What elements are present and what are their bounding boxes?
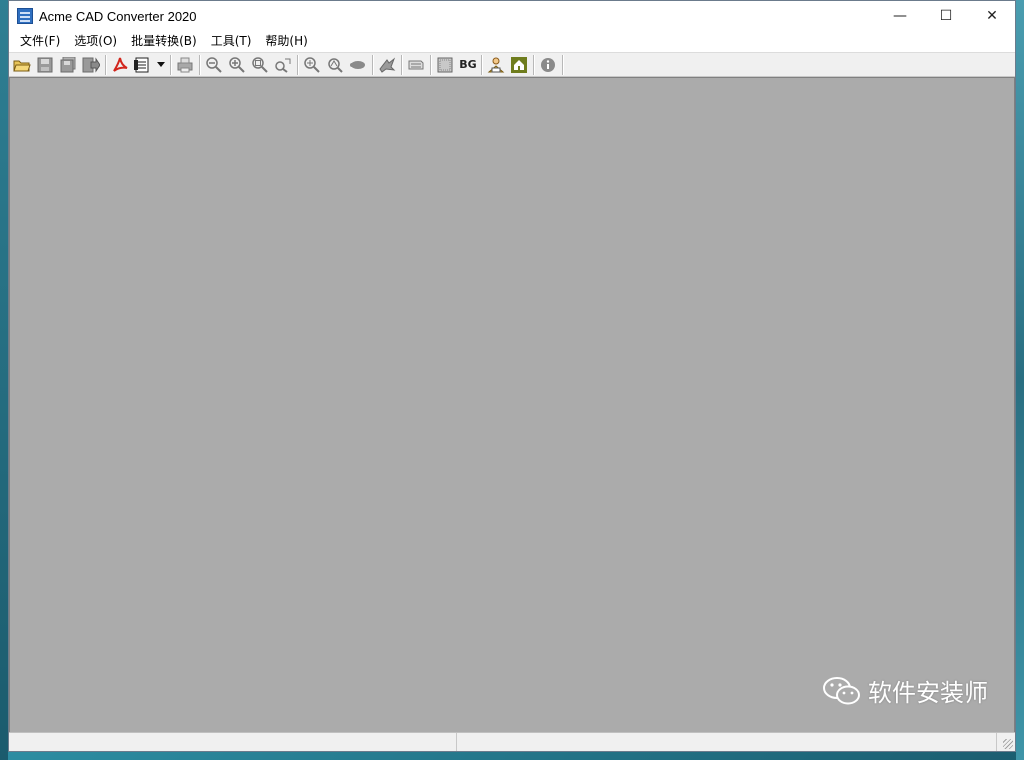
toolbar-separator — [105, 54, 107, 75]
desktop-background-left — [0, 0, 8, 760]
app-window: Acme CAD Converter 2020 — ☐ ✕ 文件(F) 选项(O… — [8, 0, 1016, 752]
background-icon[interactable] — [434, 54, 456, 76]
toolbar: BG — [9, 52, 1015, 77]
layout-icon[interactable] — [405, 54, 427, 76]
zoom-out-icon[interactable] — [203, 54, 225, 76]
pdf-icon[interactable] — [109, 54, 131, 76]
save-icon[interactable] — [34, 54, 56, 76]
user-manual-icon[interactable] — [485, 54, 507, 76]
toolbar-separator — [481, 54, 483, 75]
pan-icon[interactable] — [347, 54, 369, 76]
window-controls: — ☐ ✕ — [877, 1, 1015, 31]
export-icon[interactable] — [80, 54, 102, 76]
menu-batch-convert[interactable]: 批量转换(B) — [124, 31, 204, 52]
zoom-extents-icon[interactable] — [301, 54, 323, 76]
layers-icon[interactable] — [376, 54, 398, 76]
wechat-icon — [823, 676, 860, 704]
drawing-canvas[interactable]: 软件安装师 — [9, 77, 1015, 733]
minimize-button[interactable]: — — [877, 1, 923, 31]
print-icon[interactable] — [174, 54, 196, 76]
title-bar[interactable]: Acme CAD Converter 2020 — ☐ ✕ — [9, 1, 1015, 31]
app-icon[interactable] — [17, 8, 33, 24]
save-all-icon[interactable] — [57, 54, 79, 76]
menu-options[interactable]: 选项(O) — [67, 31, 124, 52]
menu-bar: 文件(F) 选项(O) 批量转换(B) 工具(T) 帮助(H) — [9, 31, 1015, 52]
menu-help[interactable]: 帮助(H) — [258, 31, 314, 52]
menu-tools[interactable]: 工具(T) — [204, 31, 259, 52]
zoom-in-icon[interactable] — [226, 54, 248, 76]
print-setup-icon[interactable] — [132, 54, 154, 76]
status-bar — [9, 732, 1015, 751]
toolbar-separator — [430, 54, 432, 75]
toolbar-separator — [199, 54, 201, 75]
watermark: 软件安装师 — [822, 673, 988, 708]
open-folder-icon[interactable] — [11, 54, 33, 76]
maximize-button[interactable]: ☐ — [923, 1, 969, 31]
toolbar-separator — [401, 54, 403, 75]
toolbar-separator — [562, 54, 564, 75]
zoom-window-icon[interactable] — [249, 54, 271, 76]
status-pane-main — [9, 733, 457, 751]
toolbar-separator — [372, 54, 374, 75]
resize-grip[interactable] — [1003, 739, 1013, 749]
info-icon[interactable] — [537, 54, 559, 76]
toolbar-separator — [170, 54, 172, 75]
zoom-dynamic-icon[interactable] — [272, 54, 294, 76]
watermark-text: 软件安装师 — [868, 679, 988, 707]
window-title: Acme CAD Converter 2020 — [39, 8, 197, 24]
menu-file[interactable]: 文件(F) — [13, 31, 67, 52]
close-button[interactable]: ✕ — [969, 1, 1015, 31]
toolbar-separator — [533, 54, 535, 75]
zoom-realtime-icon[interactable] — [324, 54, 346, 76]
dropdown-arrow-icon[interactable] — [155, 54, 167, 76]
desktop-background-right — [1016, 0, 1024, 760]
home-icon[interactable] — [508, 54, 530, 76]
background-color-button[interactable]: BG — [457, 58, 479, 71]
toolbar-separator — [297, 54, 299, 75]
status-pane-secondary — [457, 733, 997, 751]
